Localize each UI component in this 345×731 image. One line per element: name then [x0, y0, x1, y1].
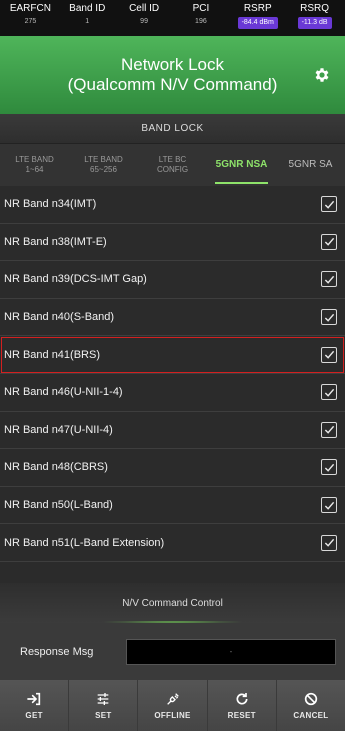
- band-label: NR Band n46(U-NII-1-4): [4, 386, 123, 399]
- band-checkbox[interactable]: [321, 534, 337, 551]
- tab-lte-band-65-256[interactable]: LTE BAND 65~256: [69, 144, 138, 186]
- band-label: NR Band n48(CBRS): [4, 461, 108, 474]
- get-button[interactable]: GET: [0, 680, 70, 731]
- band-checkbox[interactable]: [321, 196, 337, 213]
- status-label: Band ID: [69, 3, 106, 14]
- status-value: 1: [85, 18, 90, 25]
- checkmark-icon: [324, 275, 334, 284]
- band-label: NR Band n40(S-Band): [4, 311, 115, 324]
- band-row[interactable]: NR Band n50(L-Band): [0, 487, 345, 525]
- band-label: NR Band n34(IMT): [4, 198, 97, 211]
- response-label: Response Msg: [20, 645, 94, 658]
- band-label: NR Band n47(U-NII-4): [4, 423, 113, 436]
- status-label: RSRP: [243, 3, 272, 14]
- app-header: Network Lock (Qualcomm N/V Command): [0, 36, 345, 114]
- status-badge: -11.3 dB: [297, 17, 332, 29]
- status-pci: PCI 196: [172, 2, 229, 34]
- offline-button-label: OFFLINE: [154, 711, 191, 720]
- nv-command-section-header: N/V Command Control: [0, 583, 345, 623]
- status-earfcn: EARFCN 275: [2, 2, 59, 34]
- bottom-toolbar: GET SET OFFLINE RESET CANCEL: [0, 680, 345, 731]
- band-tabs: LTE BAND 1~64 LTE BAND 65~256 LTE BC CON…: [0, 144, 345, 186]
- tab-lte-bc-config[interactable]: LTE BC CONFIG: [138, 144, 207, 186]
- band-checkbox[interactable]: [321, 309, 337, 326]
- band-lock-section-header: BAND LOCK: [0, 114, 345, 144]
- status-value: 275: [24, 18, 37, 25]
- status-value: 196: [195, 18, 207, 25]
- unplug-icon: [166, 693, 179, 705]
- band-checkbox[interactable]: [321, 459, 337, 476]
- signal-status-bar: EARFCN 275 Band ID 1 Cell ID 99 PCI 196 …: [0, 0, 345, 36]
- band-label: NR Band n39(DCS-IMT Gap): [4, 273, 147, 286]
- band-row[interactable]: NR Band n39(DCS-IMT Gap): [0, 261, 345, 299]
- status-value: 99: [140, 18, 148, 25]
- cancel-button-label: CANCEL: [293, 711, 329, 720]
- band-row[interactable]: NR Band n51(L-Band Extension): [0, 524, 345, 562]
- page-title: Network Lock (Qualcomm N/V Command): [68, 55, 278, 95]
- band-row[interactable]: NR Band n34(IMT): [0, 186, 345, 224]
- band-checkbox[interactable]: [321, 233, 337, 250]
- set-button[interactable]: SET: [69, 680, 139, 731]
- status-cell-id: Cell ID 99: [116, 2, 173, 34]
- checkmark-icon: [324, 501, 334, 510]
- band-row[interactable]: NR Band n48(CBRS): [0, 449, 345, 487]
- status-label: EARFCN: [9, 3, 51, 14]
- status-rsrp: RSRP -84.4 dBm: [229, 2, 286, 34]
- band-row[interactable]: NR Band n46(U-NII-1-4): [0, 374, 345, 412]
- refresh-icon: [236, 693, 248, 705]
- band-row-selected[interactable]: NR Band n41(BRS): [0, 336, 345, 374]
- band-row[interactable]: NR Band n38(IMT-E): [0, 224, 345, 262]
- checkmark-icon: [324, 313, 334, 322]
- band-label: NR Band n51(L-Band Extension): [4, 536, 165, 549]
- reset-button[interactable]: RESET: [207, 680, 277, 731]
- status-rsrq: RSRQ -11.3 dB: [286, 2, 343, 34]
- status-label: Cell ID: [129, 3, 160, 14]
- band-checkbox[interactable]: [321, 271, 337, 288]
- cancel-button[interactable]: CANCEL: [276, 680, 345, 731]
- login-arrow-icon: [27, 692, 41, 706]
- tab-5gnr-sa[interactable]: 5GNR SA: [276, 144, 345, 186]
- band-checkbox[interactable]: [321, 346, 337, 363]
- checkmark-icon: [324, 200, 334, 209]
- band-list[interactable]: NR Band n34(IMT) NR Band n38(IMT-E) NR B…: [0, 186, 345, 583]
- page-title-line1: Network Lock: [121, 55, 224, 74]
- reset-button-label: RESET: [227, 711, 256, 720]
- band-checkbox[interactable]: [321, 421, 337, 438]
- sliders-icon: [97, 693, 109, 705]
- block-icon: [304, 692, 318, 706]
- status-band-id: Band ID 1: [59, 2, 116, 34]
- status-label: PCI: [192, 3, 210, 14]
- band-label: NR Band n38(IMT-E): [4, 235, 107, 248]
- checkmark-icon: [324, 426, 334, 435]
- band-lock-title: BAND LOCK: [141, 123, 204, 134]
- offline-button[interactable]: OFFLINE: [138, 680, 208, 731]
- checkmark-icon: [324, 238, 334, 247]
- band-row[interactable]: NR Band n40(S-Band): [0, 299, 345, 337]
- response-panel: Response Msg -: [0, 623, 345, 680]
- response-message-field[interactable]: -: [126, 638, 336, 665]
- checkmark-icon: [324, 388, 334, 397]
- band-label: NR Band n50(L-Band): [4, 499, 113, 512]
- get-button-label: GET: [25, 711, 43, 720]
- gear-icon[interactable]: [313, 66, 331, 84]
- band-row[interactable]: NR Band n47(U-NII-4): [0, 412, 345, 450]
- band-row-partial[interactable]: [0, 562, 345, 582]
- status-badge: -84.4 dBm: [237, 17, 278, 29]
- set-button-label: SET: [95, 711, 112, 720]
- checkmark-icon: [324, 538, 334, 547]
- band-label: NR Band n41(BRS): [4, 348, 100, 361]
- tab-lte-band-1-64[interactable]: LTE BAND 1~64: [0, 144, 69, 186]
- tab-5gnr-nsa[interactable]: 5GNR NSA: [207, 144, 276, 186]
- band-checkbox[interactable]: [321, 384, 337, 401]
- checkmark-icon: [324, 463, 334, 472]
- checkmark-icon: [324, 350, 334, 359]
- status-label: RSRQ: [300, 3, 329, 14]
- band-checkbox[interactable]: [321, 497, 337, 514]
- app-root: EARFCN 275 Band ID 1 Cell ID 99 PCI 196 …: [0, 0, 345, 731]
- page-title-line2: (Qualcomm N/V Command): [67, 75, 278, 94]
- nv-command-title: N/V Command Control: [122, 597, 223, 609]
- response-message-value: -: [229, 647, 233, 656]
